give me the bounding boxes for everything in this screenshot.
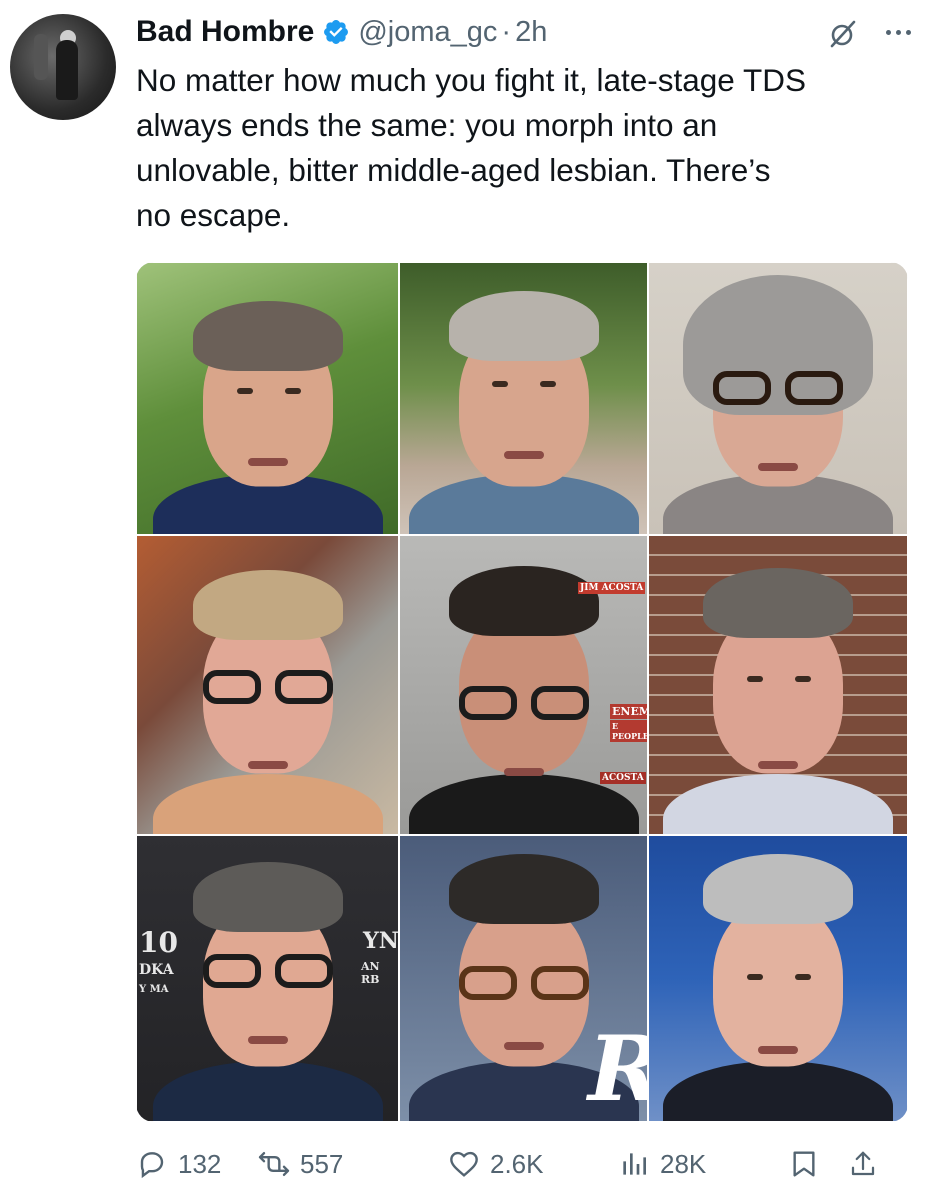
tweet-text: No matter how much you fight it, late-st… — [136, 62, 806, 233]
tweet-header: Bad Hombre @joma_gc · 2h — [136, 12, 918, 52]
bookmark-icon — [793, 1151, 815, 1177]
sign-text: JIM ACOSTA — [578, 582, 646, 594]
sign-text: ENEMY — [610, 704, 647, 719]
views-icon — [623, 1153, 646, 1175]
photo-tile-6[interactable] — [648, 535, 908, 835]
reply-button[interactable]: 132 — [136, 1148, 256, 1180]
repost-button[interactable]: 557 — [258, 1148, 448, 1180]
more-icon[interactable] — [878, 18, 918, 46]
avatar[interactable] — [10, 14, 116, 120]
reply-icon — [140, 1152, 164, 1179]
bookmark-button[interactable] — [788, 1148, 848, 1180]
photo-tile-8[interactable]: R — [399, 835, 648, 1122]
photo-tile-4[interactable] — [136, 535, 399, 835]
repost-count: 557 — [300, 1148, 344, 1179]
reply-count: 132 — [178, 1148, 222, 1179]
sign-text: R — [588, 1016, 647, 1121]
like-count: 2.6K — [490, 1148, 544, 1179]
verified-badge-icon — [324, 20, 349, 44]
media-grid[interactable]: JIM ACOSTA ENEMY E PEOPLE ACOSTA 10 DKA … — [136, 262, 908, 1122]
photo-tile-9[interactable] — [648, 835, 908, 1122]
repost-icon — [258, 1152, 290, 1176]
photo-tile-2[interactable] — [399, 262, 648, 535]
photo-tile-1[interactable] — [136, 262, 399, 535]
sign-text: DKA — [139, 962, 174, 978]
handle[interactable]: @joma_gc — [358, 16, 497, 49]
like-button[interactable]: 2.6K — [448, 1148, 618, 1180]
sign-text: 10 — [139, 926, 178, 959]
photo-tile-7[interactable]: 10 DKA Y MA YN AN RB — [136, 835, 399, 1122]
sign-text: YN — [363, 928, 399, 954]
sign-text: E PEOPLE — [610, 720, 647, 742]
photo-tile-3[interactable] — [648, 262, 908, 535]
share-icon — [851, 1151, 875, 1176]
sign-text: Y MA — [139, 984, 169, 995]
photo-tile-5[interactable]: JIM ACOSTA ENEMY E PEOPLE ACOSTA — [399, 535, 648, 835]
views-count: 28K — [660, 1148, 707, 1179]
timestamp[interactable]: 2h — [515, 16, 547, 49]
separator-dot: · — [501, 15, 512, 48]
sign-text: ACOSTA — [600, 772, 646, 784]
like-icon — [450, 1151, 478, 1177]
views-button[interactable]: 28K — [618, 1148, 788, 1180]
display-name[interactable]: Bad Hombre — [136, 15, 314, 49]
grok-icon[interactable] — [826, 18, 858, 50]
sign-text: AN RB — [361, 960, 380, 986]
action-bar: 132 557 2.6K 28K — [136, 1140, 908, 1188]
share-button[interactable] — [848, 1148, 888, 1180]
